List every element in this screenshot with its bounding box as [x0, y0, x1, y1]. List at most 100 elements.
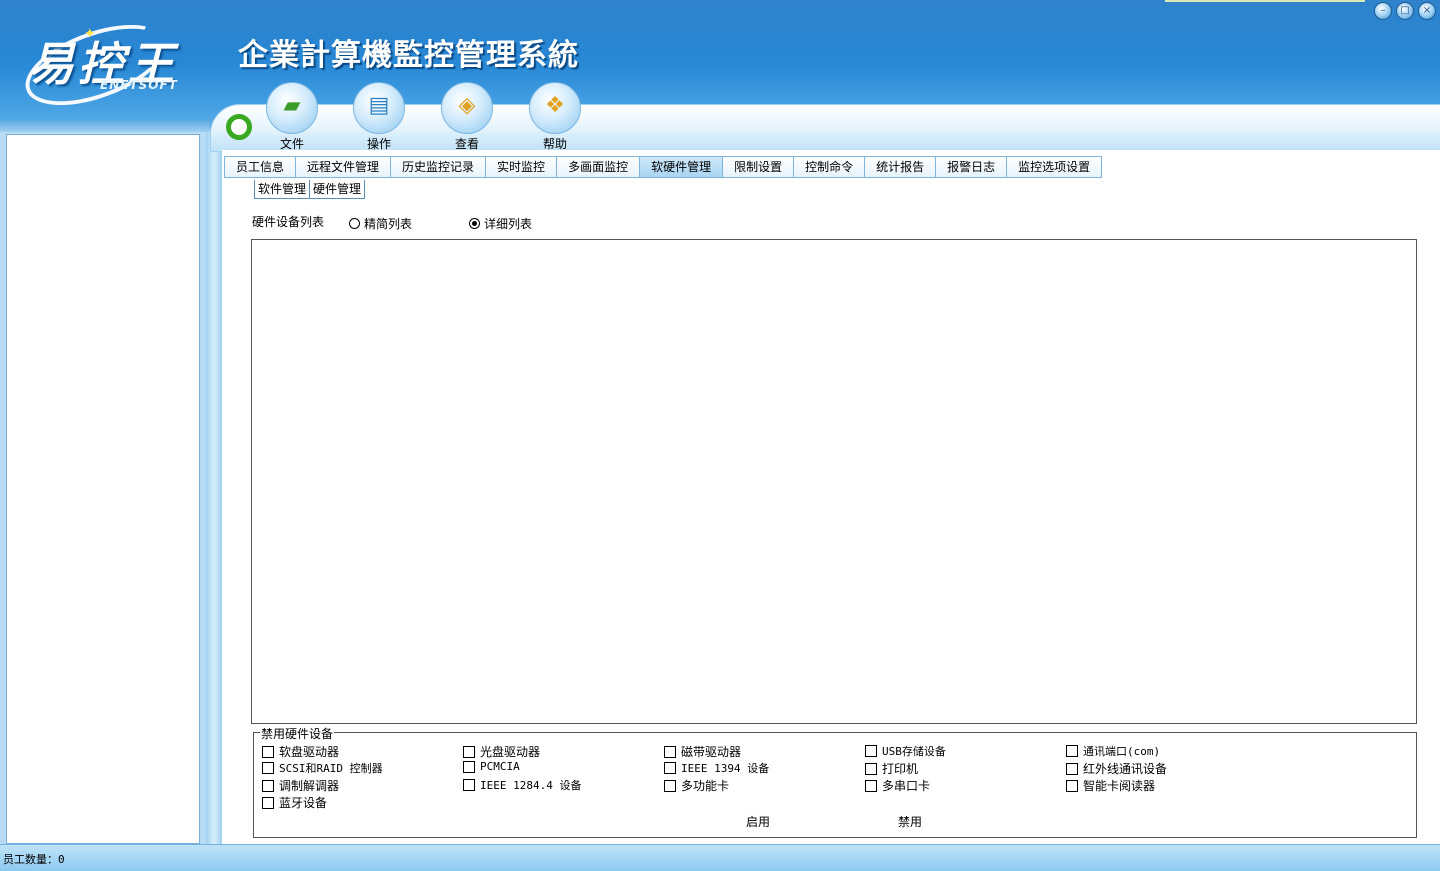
help-menu-button[interactable]: ❖ 帮助 — [525, 82, 585, 152]
document-icon: ▤ — [353, 82, 405, 134]
logo-star-icon: ✦ — [84, 26, 96, 42]
radio-detailed-list[interactable]: 详细列表 — [469, 215, 532, 232]
radio-compact-list[interactable]: 精简列表 — [349, 215, 412, 232]
left-header-strip — [0, 120, 210, 132]
app-title: 企業計算機監控管理系統 — [238, 38, 579, 73]
view-icon: ◈ — [441, 82, 493, 134]
checkbox[interactable] — [262, 796, 274, 809]
tab-remote-files[interactable]: 远程文件管理 — [295, 156, 391, 178]
hardware-device-list[interactable] — [251, 239, 1417, 724]
checkbox-cdrom[interactable]: 光盘驱动器 — [463, 743, 540, 760]
checkbox-ieee1284[interactable]: IEEE 1284.4 设备 — [463, 777, 581, 793]
main-content: 员工信息 远程文件管理 历史监控记录 实时监控 多画面监控 软硬件管理 限制设置… — [222, 150, 1440, 844]
employee-count: 员工数量：0 — [3, 853, 65, 866]
checkbox-label: 软盘驱动器 — [279, 745, 340, 759]
checkbox[interactable] — [865, 779, 877, 792]
checkbox-label: PCMCIA — [480, 760, 520, 773]
checkbox[interactable] — [463, 760, 475, 773]
checkbox-modem[interactable]: 调制解调器 — [262, 777, 339, 794]
top-decoration — [1165, 0, 1365, 2]
status-bar: 员工数量：0 — [0, 844, 1440, 871]
folder-icon: ▰ — [266, 82, 318, 134]
checkbox-label: USB存储设备 — [882, 745, 946, 758]
sub-tabs: 软件管理 硬件管理 — [254, 180, 366, 199]
checkbox-smartcard-reader[interactable]: 智能卡阅读器 — [1066, 777, 1155, 794]
operate-menu-button[interactable]: ▤ 操作 — [349, 82, 409, 152]
help-icon: ❖ — [529, 82, 581, 134]
power-icon[interactable] — [226, 114, 252, 140]
tab-statistics[interactable]: 统计报告 — [864, 156, 936, 178]
maximize-icon[interactable]: □ — [1396, 2, 1414, 20]
checkbox-label: 磁带驱动器 — [681, 745, 742, 759]
file-menu-button[interactable]: ▰ 文件 — [262, 82, 322, 152]
tab-monitor-options[interactable]: 监控选项设置 — [1006, 156, 1103, 178]
tab-realtime[interactable]: 实时监控 — [485, 156, 557, 178]
panel-splitter[interactable] — [206, 132, 222, 844]
checkbox-floppy[interactable]: 软盘驱动器 — [262, 743, 339, 760]
view-menu-button[interactable]: ◈ 查看 — [437, 82, 497, 152]
tab-employee-info[interactable]: 员工信息 — [224, 156, 296, 178]
checkbox-multifunction-card[interactable]: 多功能卡 — [664, 777, 729, 794]
employee-tree[interactable] — [6, 134, 200, 844]
minimize-icon[interactable]: – — [1374, 2, 1392, 20]
radio-label: 精简列表 — [364, 217, 413, 231]
checkbox[interactable] — [865, 745, 877, 757]
checkbox[interactable] — [1066, 745, 1078, 757]
checkbox[interactable] — [865, 762, 877, 775]
checkbox-label: 多功能卡 — [681, 779, 730, 793]
checkbox[interactable] — [262, 779, 274, 792]
checkbox-printer[interactable]: 打印机 — [865, 760, 918, 777]
checkbox-scsi-raid[interactable]: SCSI和RAID 控制器 — [262, 760, 383, 776]
checkbox[interactable] — [262, 762, 274, 774]
checkbox-com-port[interactable]: 通讯端口(com) — [1066, 743, 1160, 759]
checkbox-infrared[interactable]: 红外线通讯设备 — [1066, 760, 1167, 777]
checkbox-pcmcia[interactable]: PCMCIA — [463, 760, 520, 773]
group-title: 禁用硬件设备 — [260, 725, 335, 742]
close-icon[interactable]: × — [1418, 2, 1436, 20]
checkbox[interactable] — [1066, 779, 1078, 792]
checkbox[interactable] — [664, 745, 676, 758]
radio-label: 详细列表 — [484, 217, 533, 231]
checkbox-label: 蓝牙设备 — [279, 796, 328, 810]
device-list-label: 硬件设备列表 — [252, 215, 325, 229]
tab-control-commands[interactable]: 控制命令 — [793, 156, 865, 178]
checkbox-label: 光盘驱动器 — [480, 745, 541, 759]
disable-hardware-group: 禁用硬件设备 软盘驱动器 光盘驱动器 磁带驱动器 USB存储设备 通讯端口(co… — [253, 725, 1417, 838]
checkbox-usb-storage[interactable]: USB存储设备 — [865, 743, 946, 759]
subtab-hardware[interactable]: 硬件管理 — [309, 180, 366, 199]
checkbox-label: 红外线通讯设备 — [1083, 762, 1168, 776]
checkbox-label: 调制解调器 — [279, 779, 340, 793]
checkbox-ieee1394[interactable]: IEEE 1394 设备 — [664, 760, 769, 776]
checkbox[interactable] — [664, 762, 676, 774]
checkbox[interactable] — [463, 745, 475, 758]
tab-alarm-log[interactable]: 报警日志 — [935, 156, 1007, 178]
checkbox[interactable] — [1066, 762, 1078, 775]
checkbox-tape[interactable]: 磁带驱动器 — [664, 743, 741, 760]
checkbox-label: 打印机 — [882, 762, 919, 776]
checkbox-label: 智能卡阅读器 — [1083, 779, 1156, 793]
checkbox-label: 多串口卡 — [882, 779, 931, 793]
checkbox-label: IEEE 1284.4 设备 — [480, 779, 582, 792]
checkbox-multiport-serial[interactable]: 多串口卡 — [865, 777, 930, 794]
employee-tree-panel — [0, 132, 206, 844]
tab-restrictions[interactable]: 限制设置 — [722, 156, 794, 178]
subtab-software[interactable]: 软件管理 — [254, 180, 310, 199]
app-logo: 易控王 ✦ ENETSOFT — [15, 8, 218, 122]
enable-button[interactable]: 启用 — [746, 813, 770, 830]
tab-software-hardware[interactable]: 软硬件管理 — [639, 156, 723, 178]
disable-button[interactable]: 禁用 — [898, 813, 922, 830]
tab-multiscreen[interactable]: 多画面监控 — [556, 156, 640, 178]
radio-button[interactable] — [469, 218, 480, 229]
checkbox-bluetooth[interactable]: 蓝牙设备 — [262, 794, 327, 811]
main-tabs: 员工信息 远程文件管理 历史监控记录 实时监控 多画面监控 软硬件管理 限制设置… — [224, 156, 1103, 178]
tab-history[interactable]: 历史监控记录 — [390, 156, 486, 178]
checkbox[interactable] — [664, 779, 676, 792]
radio-button[interactable] — [349, 218, 360, 229]
checkbox[interactable] — [262, 745, 274, 758]
logo-subtext: ENETSOFT — [100, 78, 178, 92]
checkbox-label: SCSI和RAID 控制器 — [279, 762, 383, 775]
checkbox-label: 通讯端口(com) — [1083, 745, 1161, 758]
window-controls: – □ × — [1374, 2, 1436, 20]
checkbox[interactable] — [463, 779, 475, 791]
checkbox-label: IEEE 1394 设备 — [681, 762, 770, 775]
